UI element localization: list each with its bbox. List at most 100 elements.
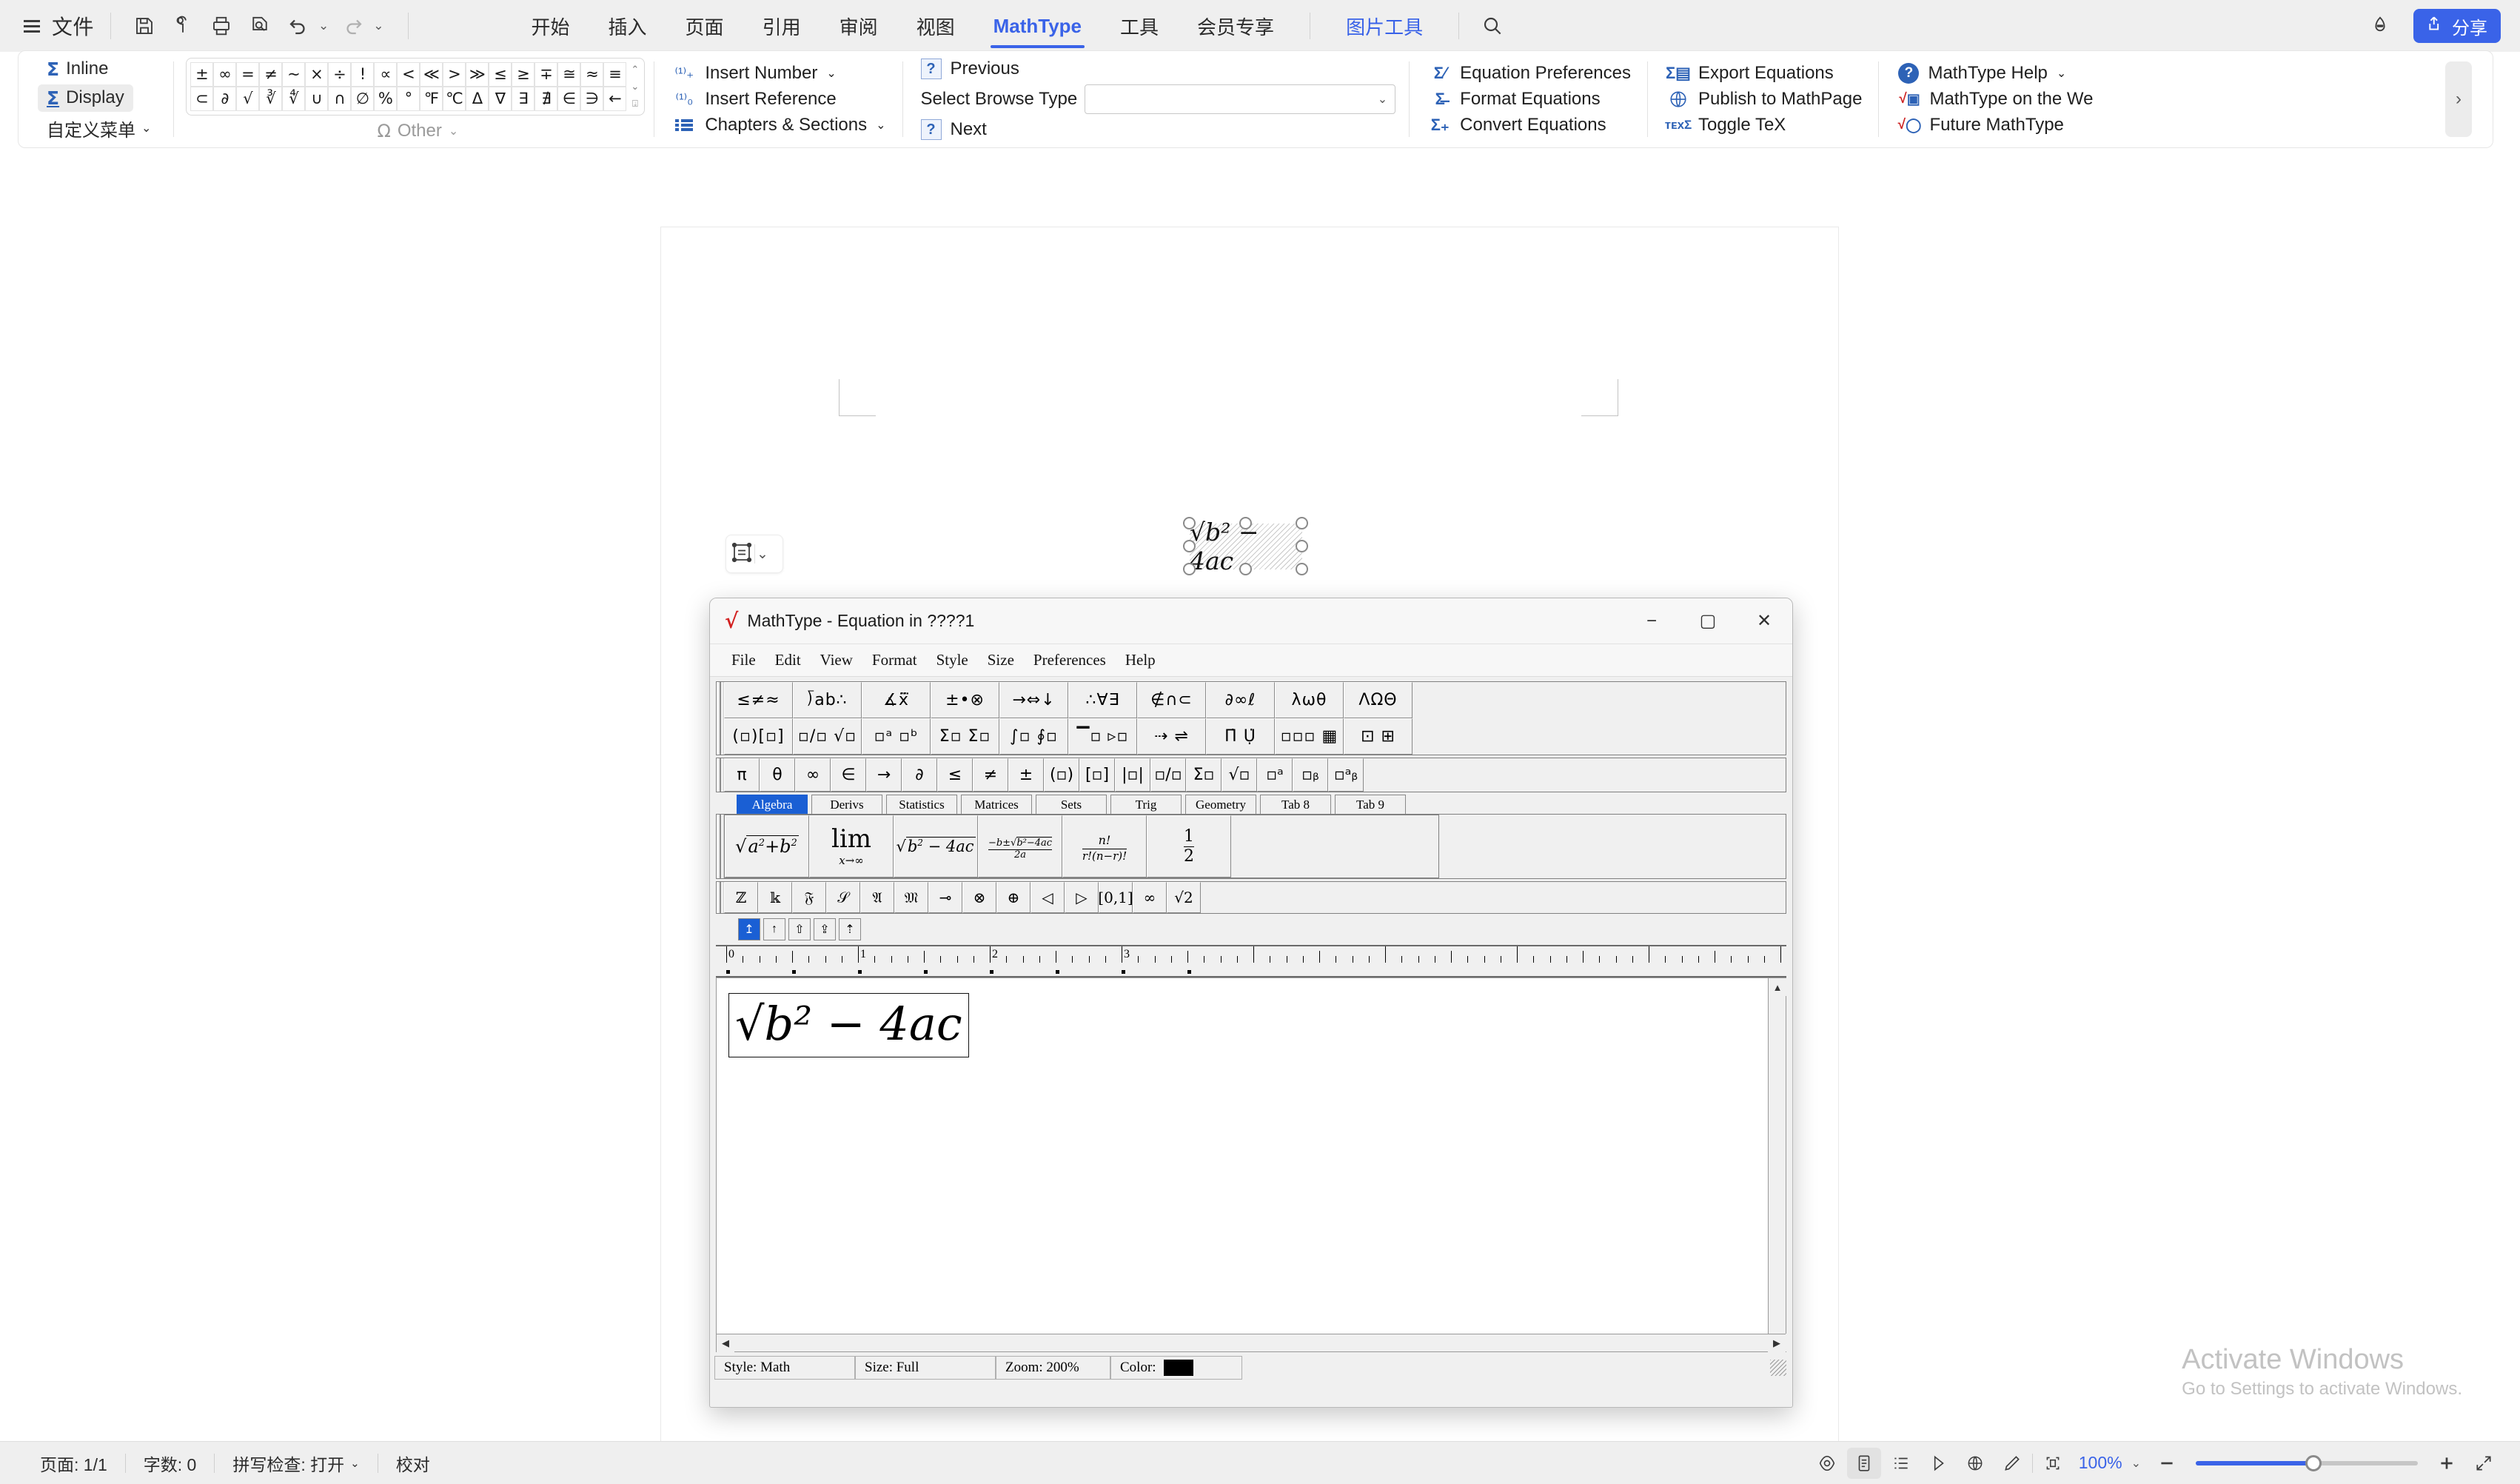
palette-small-button-10[interactable]: [▫] xyxy=(1079,758,1115,792)
insert-number-button[interactable]: ⁽¹⁾₊ Insert Number ⌄ xyxy=(672,63,836,84)
nesting-button-5[interactable]: ⇡ xyxy=(839,918,861,940)
palette-bottom-button-11[interactable]: [0,1] xyxy=(1098,882,1133,913)
template-button-3[interactable]: −b±√b²−4ac 2a xyxy=(978,815,1062,878)
inline-mode-button[interactable]: Σ Inline xyxy=(38,56,117,83)
palette-template-button-1[interactable]: ▫/▫ √▫ xyxy=(793,718,862,755)
palette-template-button-8[interactable]: ▫▫▫ ▦ xyxy=(1275,718,1344,755)
nesting-button-2[interactable]: ↑ xyxy=(763,918,785,940)
zoom-value[interactable]: 100% xyxy=(2073,1453,2128,1473)
symbol-cell-r1-13[interactable]: ≤ xyxy=(489,61,512,87)
symbol-cell-r2-6[interactable]: ∩ xyxy=(328,86,352,111)
symbol-cell-r2-10[interactable]: ℉ xyxy=(420,86,443,111)
palette-symbol-button-4[interactable]: →⇔↓ xyxy=(999,682,1068,718)
resize-handle[interactable] xyxy=(1183,563,1196,575)
symbol-cell-r1-7[interactable]: ! xyxy=(351,61,375,87)
palette-symbol-button-7[interactable]: ∂∞ℓ xyxy=(1206,682,1275,718)
palette-symbol-button-8[interactable]: λωθ xyxy=(1275,682,1344,718)
ribbon-overflow-button[interactable]: › xyxy=(2445,61,2472,137)
symbol-cell-r2-17[interactable]: ∋ xyxy=(580,86,604,111)
minimize-button[interactable]: − xyxy=(1623,598,1680,644)
symbol-cell-r2-1[interactable]: ∂ xyxy=(213,86,237,111)
palette-small-button-5[interactable]: ∂ xyxy=(902,758,937,792)
custom-menu-button[interactable]: 自定义菜单 ⌄ xyxy=(38,113,160,144)
symbol-cell-r1-1[interactable]: ∞ xyxy=(213,61,237,87)
tab-view[interactable]: 视图 xyxy=(897,1,974,51)
palette-small-button-16[interactable]: ▫ᵦ xyxy=(1293,758,1328,792)
resize-handle[interactable] xyxy=(1183,517,1196,529)
window-resize-grip[interactable] xyxy=(1770,1360,1786,1376)
template-button-5[interactable]: 12 xyxy=(1147,815,1231,878)
export-equations-button[interactable]: Σ▤ Export Equations xyxy=(1666,63,1834,84)
symbol-cell-r1-6[interactable]: ÷ xyxy=(328,61,352,87)
vertical-scrollbar[interactable]: ▲ ▼ xyxy=(1768,978,1786,1351)
symbol-cell-r1-12[interactable]: ≫ xyxy=(466,61,489,87)
symbol-cell-r2-18[interactable]: ← xyxy=(603,86,627,111)
maximize-button[interactable]: ▢ xyxy=(1680,598,1736,644)
symbol-cell-r1-10[interactable]: ≪ xyxy=(420,61,443,87)
palette-template-button-2[interactable]: ▫ᵃ ▫ᵇ xyxy=(862,718,931,755)
next-button[interactable]: ? Next xyxy=(920,119,987,140)
nesting-button-3[interactable]: ⇧ xyxy=(788,918,811,940)
symbol-scroll-controls[interactable]: ⌃ ⌄ ⍗ xyxy=(626,62,641,111)
menu-file[interactable]: File xyxy=(722,651,765,669)
palette-template-button-9[interactable]: ⊡ ⊞ xyxy=(1344,718,1413,755)
zoom-dropdown-caret-icon[interactable]: ⌄ xyxy=(2131,1456,2141,1471)
toggle-tex-button[interactable]: ᴛᴇxΣ Toggle TeX xyxy=(1665,115,1786,136)
resize-handle[interactable] xyxy=(1296,540,1308,552)
palette-symbol-button-9[interactable]: ΛΩΘ xyxy=(1344,682,1413,718)
menu-preferences[interactable]: Preferences xyxy=(1024,651,1116,669)
symbol-cell-r1-16[interactable]: ≅ xyxy=(557,61,581,87)
palette-bottom-button-13[interactable]: √2 xyxy=(1167,882,1201,913)
eye-icon[interactable] xyxy=(1810,1448,1844,1479)
symbol-cell-r1-15[interactable]: ∓ xyxy=(535,61,558,87)
symbol-cell-r1-17[interactable]: ≈ xyxy=(580,61,604,87)
scroll-up-arrow-icon[interactable]: ▲ xyxy=(1769,978,1786,996)
publish-to-mathpage-button[interactable]: Publish to MathPage xyxy=(1667,89,1862,110)
symbol-cell-r2-12[interactable]: Δ xyxy=(466,86,489,111)
ruler-tab-stop[interactable] xyxy=(1187,970,1191,974)
mathtype-title-bar[interactable]: √ MathType - Equation in ????1 − ▢ ✕ xyxy=(710,598,1792,644)
resize-handle[interactable] xyxy=(1296,563,1308,575)
palette-tab-algebra[interactable]: Algebra xyxy=(737,795,808,814)
palette-small-button-6[interactable]: ≤ xyxy=(937,758,973,792)
palette-small-button-2[interactable]: ∞ xyxy=(795,758,831,792)
palette-template-button-5[interactable]: ▔▫ ▹▫ xyxy=(1068,718,1137,755)
nesting-button-1[interactable]: ↥ xyxy=(738,918,760,940)
symbol-cell-r1-4[interactable]: ~ xyxy=(282,61,306,87)
tab-insert[interactable]: 插入 xyxy=(589,1,666,51)
tab-mathtype[interactable]: MathType xyxy=(974,1,1101,51)
file-menu-button[interactable]: 文件 xyxy=(52,11,94,41)
fit-icon[interactable] xyxy=(2036,1448,2070,1479)
resize-handle[interactable] xyxy=(1239,563,1252,575)
palette-bottom-button-9[interactable]: ◁ xyxy=(1031,882,1065,913)
mathtype-on-the-web-button[interactable]: √ ▣ MathType on the We xyxy=(1898,89,2093,110)
palette-bottom-button-7[interactable]: ⊗ xyxy=(962,882,996,913)
equation-preferences-button[interactable]: Σ⁄ Equation Preferences xyxy=(1429,63,1631,84)
equation-editor-canvas[interactable]: √b² − 4ac ▲ ▼ ◀ ▶ xyxy=(716,977,1786,1352)
palette-bottom-button-8[interactable]: ⊕ xyxy=(996,882,1031,913)
tab-page[interactable]: 页面 xyxy=(666,1,743,51)
palette-small-button-13[interactable]: Σ▫ xyxy=(1186,758,1222,792)
palette-bottom-button-5[interactable]: 𝔐 xyxy=(894,882,928,913)
symbol-cell-r2-9[interactable]: ° xyxy=(397,86,420,111)
palette-bottom-button-2[interactable]: 𝔉 xyxy=(792,882,826,913)
palette-bottom-button-6[interactable]: ⊸ xyxy=(928,882,962,913)
template-button-1[interactable]: lim x→∞ xyxy=(809,815,894,878)
palette-small-button-4[interactable]: → xyxy=(866,758,902,792)
palette-small-button-12[interactable]: ▫/▫ xyxy=(1150,758,1186,792)
palette-tab-sets[interactable]: Sets xyxy=(1036,795,1107,814)
close-button[interactable]: ✕ xyxy=(1736,598,1792,644)
menu-hamburger-icon[interactable] xyxy=(21,15,43,37)
menu-view[interactable]: View xyxy=(811,651,862,669)
equation-object-toolbar[interactable]: ⌄ xyxy=(725,535,783,573)
pen-icon[interactable] xyxy=(1995,1448,2029,1479)
menu-style[interactable]: Style xyxy=(927,651,978,669)
ruler-tab-stop[interactable] xyxy=(990,970,993,974)
symbol-cell-r1-0[interactable]: ± xyxy=(190,61,214,87)
scroll-expand-icon[interactable]: ⍗ xyxy=(632,98,638,110)
search-icon[interactable] xyxy=(1475,9,1509,43)
cloud-sync-icon[interactable] xyxy=(166,9,200,43)
ruler-tab-stop[interactable] xyxy=(1056,970,1059,974)
resize-handle[interactable] xyxy=(1239,517,1252,529)
ruler-tab-stop[interactable] xyxy=(858,970,862,974)
